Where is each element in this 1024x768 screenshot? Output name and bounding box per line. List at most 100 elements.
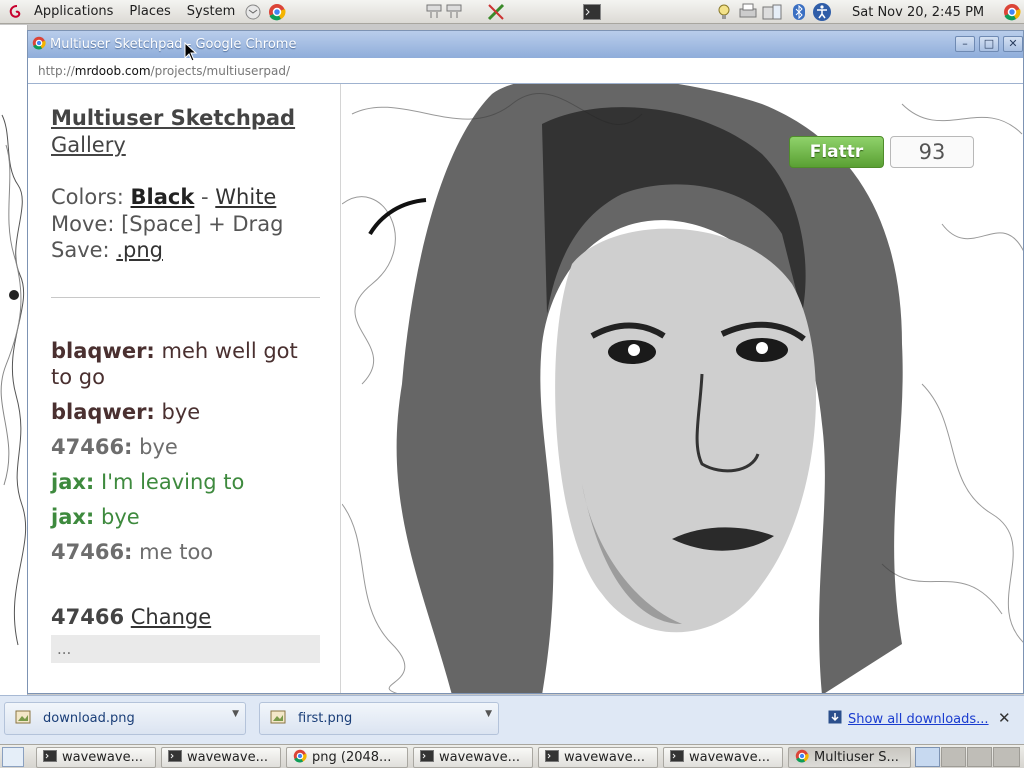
taskbar-item-label: wavewave... xyxy=(439,750,520,765)
terminal-icon xyxy=(545,749,559,766)
show-all-downloads-link[interactable]: Show all downloads... xyxy=(848,712,989,727)
applications-menu[interactable]: Applications xyxy=(28,0,119,24)
chat-username: 47466: xyxy=(51,435,133,459)
terminal-icon xyxy=(670,749,684,766)
sketchpad-sidebar: Multiuser Sketchpad Gallery Colors: Blac… xyxy=(28,84,341,693)
chat-username: blaqwer: xyxy=(51,400,155,424)
taskbar-item-label: Multiuser S... xyxy=(814,750,899,765)
terminal-icon xyxy=(420,749,434,766)
lightbulb-icon[interactable] xyxy=(714,2,734,22)
devices-icon[interactable] xyxy=(762,2,782,22)
current-username: 47466 xyxy=(51,605,125,629)
chat-message: blaqwer: meh well got to go xyxy=(51,338,321,390)
mouse-pointer-icon xyxy=(184,42,198,62)
chat-text: me too xyxy=(139,540,214,564)
chat-text: bye xyxy=(101,505,140,529)
color-black-link[interactable]: Black xyxy=(131,185,195,209)
tools-applet-icon[interactable] xyxy=(486,2,506,22)
gallery-link[interactable]: Gallery xyxy=(51,133,126,157)
chat-message: 47466: me too xyxy=(51,539,321,565)
chat-message: jax: I'm leaving to xyxy=(51,469,321,495)
network-applet-icon[interactable] xyxy=(422,2,468,22)
flattr-widget: Flattr 93 xyxy=(789,136,974,168)
taskbar-item[interactable]: wavewave... xyxy=(36,747,156,768)
change-name-link[interactable]: Change xyxy=(131,605,211,629)
terminal-launcher-icon[interactable] xyxy=(582,2,602,22)
places-menu[interactable]: Places xyxy=(123,0,176,24)
taskbar-item-label: wavewave... xyxy=(187,750,268,765)
current-user-line: 47466 Change xyxy=(51,605,211,629)
close-downloads-bar-button[interactable]: ✕ xyxy=(998,709,1011,727)
debian-logo-icon[interactable] xyxy=(6,2,26,22)
color-white-link[interactable]: White xyxy=(215,185,276,209)
drawing-canvas[interactable]: Flattr 93 xyxy=(342,84,1023,693)
workspace-3[interactable] xyxy=(967,747,992,767)
chat-message: 47466: bye xyxy=(51,434,321,460)
chrome-window: Multiuser Sketchpad - Google Chrome – □ … xyxy=(27,30,1024,694)
colors-line: Colors: Black - White xyxy=(51,185,276,209)
mail-launcher-icon[interactable] xyxy=(243,2,263,22)
background-sketch-scribble xyxy=(0,114,27,646)
window-titlebar[interactable]: Multiuser Sketchpad - Google Chrome – □ … xyxy=(28,31,1023,58)
download-filename: first.png xyxy=(298,711,353,726)
panel-clock[interactable]: Sat Nov 20, 2:45 PM xyxy=(852,0,984,24)
chrome-tray-icon[interactable] xyxy=(1002,2,1022,22)
taskbar-item[interactable]: wavewave... xyxy=(663,747,783,768)
chat-username: jax: xyxy=(51,470,95,494)
show-desktop-button[interactable] xyxy=(2,747,24,767)
colors-label: Colors: xyxy=(51,185,124,209)
flattr-count: 93 xyxy=(890,136,974,168)
save-png-link[interactable]: .png xyxy=(116,238,163,262)
chevron-down-icon[interactable]: ▼ xyxy=(232,709,239,719)
download-item[interactable]: download.png ▼ xyxy=(4,702,246,735)
save-label: Save: xyxy=(51,238,110,262)
taskbar-item[interactable]: wavewave... xyxy=(538,747,658,768)
taskbar-item[interactable]: png (2048... xyxy=(286,747,408,768)
url-path: /projects/multiuserpad/ xyxy=(150,63,291,78)
chat-username: jax: xyxy=(51,505,95,529)
taskbar-item[interactable]: wavewave... xyxy=(161,747,281,768)
chat-message: jax: bye xyxy=(51,504,321,530)
chrome-favicon-icon xyxy=(32,36,46,54)
flattr-button[interactable]: Flattr xyxy=(789,136,884,168)
move-instruction: Move: [Space] + Drag xyxy=(51,212,284,236)
terminal-icon xyxy=(43,749,57,766)
top-panel: Applications Places System Sat Nov 20, 2… xyxy=(0,0,1024,24)
accessibility-icon[interactable] xyxy=(812,2,832,22)
image-file-icon xyxy=(270,709,286,729)
printer-icon[interactable] xyxy=(738,2,758,22)
taskbar-item-label: png (2048... xyxy=(312,750,392,765)
url-scheme: http:// xyxy=(38,63,75,78)
chat-text: I'm leaving to xyxy=(101,470,245,494)
workspace-4[interactable] xyxy=(993,747,1020,767)
chrome-icon xyxy=(795,749,809,767)
save-line: Save: .png xyxy=(51,238,163,262)
workspace-2[interactable] xyxy=(941,747,966,767)
maximize-button[interactable]: □ xyxy=(979,36,999,52)
chevron-down-icon[interactable]: ▼ xyxy=(485,709,492,719)
page-content: Multiuser Sketchpad Gallery Colors: Blac… xyxy=(28,84,1023,693)
bluetooth-icon[interactable] xyxy=(789,2,809,22)
address-bar[interactable]: http://mrdoob.com/projects/multiuserpad/ xyxy=(28,58,1023,84)
taskbar-item-active[interactable]: Multiuser S... xyxy=(788,747,911,768)
close-window-button[interactable]: ✕ xyxy=(1003,36,1023,52)
system-menu[interactable]: System xyxy=(181,0,241,24)
page-title-link[interactable]: Multiuser Sketchpad xyxy=(51,106,295,130)
downloads-bar: download.png ▼ first.png ▼ Show all down… xyxy=(0,695,1024,744)
chrome-launcher-icon[interactable] xyxy=(267,2,287,22)
download-item[interactable]: first.png ▼ xyxy=(259,702,499,735)
sketch-drawing xyxy=(342,84,1023,693)
terminal-icon xyxy=(168,749,182,766)
bottom-taskbar: wavewave... wavewave... png (2048... wav… xyxy=(0,744,1024,768)
taskbar-item[interactable]: wavewave... xyxy=(413,747,533,768)
chat-input[interactable] xyxy=(51,635,320,663)
sidebar-divider xyxy=(51,297,320,298)
download-filename: download.png xyxy=(43,711,135,726)
image-file-icon xyxy=(15,709,31,729)
workspace-1[interactable] xyxy=(915,747,940,767)
minimize-button[interactable]: – xyxy=(955,36,975,52)
background-window-edge xyxy=(0,25,28,695)
window-title: Multiuser Sketchpad - Google Chrome xyxy=(50,37,297,52)
taskbar-item-label: wavewave... xyxy=(689,750,770,765)
url-host: mrdoob.com xyxy=(74,63,151,78)
